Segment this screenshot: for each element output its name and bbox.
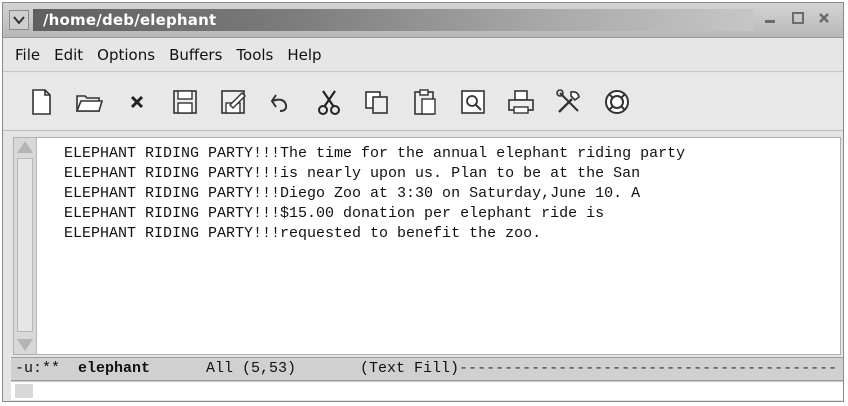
- menu-buffers[interactable]: Buffers: [169, 46, 222, 64]
- customize-icon: [556, 88, 580, 113]
- scroll-down-icon[interactable]: [17, 339, 33, 351]
- close-buffer-icon: [130, 95, 144, 108]
- menu-edit[interactable]: Edit: [54, 46, 83, 64]
- scroll-thumb[interactable]: [17, 158, 33, 332]
- window-title: /home/deb/elephant: [43, 11, 217, 29]
- search-button[interactable]: [455, 84, 491, 120]
- modeline-status: -u:**: [15, 360, 61, 377]
- maximize-button[interactable]: [789, 11, 807, 29]
- scroll-up-icon[interactable]: [17, 141, 33, 153]
- minimize-button[interactable]: [761, 11, 779, 29]
- undo-icon: [270, 93, 288, 112]
- print-button[interactable]: [503, 84, 539, 120]
- save-as-icon: [221, 89, 246, 114]
- menu-help[interactable]: Help: [287, 46, 321, 64]
- modeline-mode[interactable]: (Text Fill): [360, 360, 459, 377]
- minibuffer[interactable]: [11, 381, 843, 400]
- cut-button[interactable]: [311, 84, 347, 120]
- text-line[interactable]: ELEPHANT RIDING PARTY!!!is nearly upon u…: [64, 164, 834, 184]
- cut-icon: [318, 89, 340, 115]
- paste-icon: [414, 88, 436, 115]
- menu-file[interactable]: File: [15, 46, 40, 64]
- open-file-button[interactable]: [71, 84, 107, 120]
- maximize-icon: [792, 12, 804, 28]
- minibuffer-scrollbar[interactable]: [15, 384, 33, 398]
- emacs-window: /home/deb/elephant File Edit Options Buf…: [2, 2, 844, 402]
- menu-tools[interactable]: Tools: [236, 46, 273, 64]
- mode-line[interactable]: -u:** elephant All (5,53) (Text Fill)------…: [11, 357, 843, 381]
- print-icon: [508, 89, 534, 114]
- paste-button[interactable]: [407, 84, 443, 120]
- save-button[interactable]: [167, 84, 203, 120]
- text-line[interactable]: ELEPHANT RIDING PARTY!!!Diego Zoo at 3:3…: [64, 184, 834, 204]
- chevron-down-icon: [13, 16, 25, 25]
- copy-button[interactable]: [359, 84, 395, 120]
- menu-options[interactable]: Options: [97, 46, 155, 64]
- search-icon: [461, 89, 485, 114]
- copy-icon: [365, 90, 388, 114]
- buffer-text[interactable]: ELEPHANT RIDING PARTY!!!The time for the…: [64, 144, 834, 244]
- new-file-icon: [32, 88, 51, 115]
- open-folder-icon: [75, 94, 104, 112]
- modeline-filler: ----------------------------------------…: [459, 360, 838, 377]
- text-line[interactable]: ELEPHANT RIDING PARTY!!!The time for the…: [64, 144, 834, 164]
- modeline-position: All (5,53): [206, 360, 297, 377]
- help-icon: [605, 89, 629, 114]
- title-tab: /home/deb/elephant: [33, 9, 753, 31]
- customize-button[interactable]: [551, 84, 587, 120]
- undo-button[interactable]: [263, 84, 299, 120]
- save-as-button[interactable]: [215, 84, 251, 120]
- text-line[interactable]: ELEPHANT RIDING PARTY!!!$15.00 donation …: [64, 204, 834, 224]
- close-button[interactable]: [815, 11, 833, 29]
- vertical-scrollbar[interactable]: [14, 138, 37, 354]
- toolbar: [3, 73, 843, 131]
- menu-bar: File Edit Options Buffers Tools Help: [3, 38, 843, 72]
- title-bar[interactable]: /home/deb/elephant: [3, 3, 843, 38]
- text-line[interactable]: ELEPHANT RIDING PARTY!!!requested to ben…: [64, 224, 834, 244]
- minimize-icon: [764, 12, 776, 28]
- save-icon: [173, 89, 197, 114]
- text-buffer[interactable]: ELEPHANT RIDING PARTY!!!The time for the…: [13, 137, 841, 355]
- new-file-button[interactable]: [23, 84, 59, 120]
- help-button[interactable]: [599, 84, 635, 120]
- close-buffer-button[interactable]: [119, 84, 155, 120]
- modeline-buffer-name[interactable]: elephant: [78, 360, 150, 377]
- window-menu-button[interactable]: [9, 10, 29, 30]
- close-icon: [818, 12, 830, 28]
